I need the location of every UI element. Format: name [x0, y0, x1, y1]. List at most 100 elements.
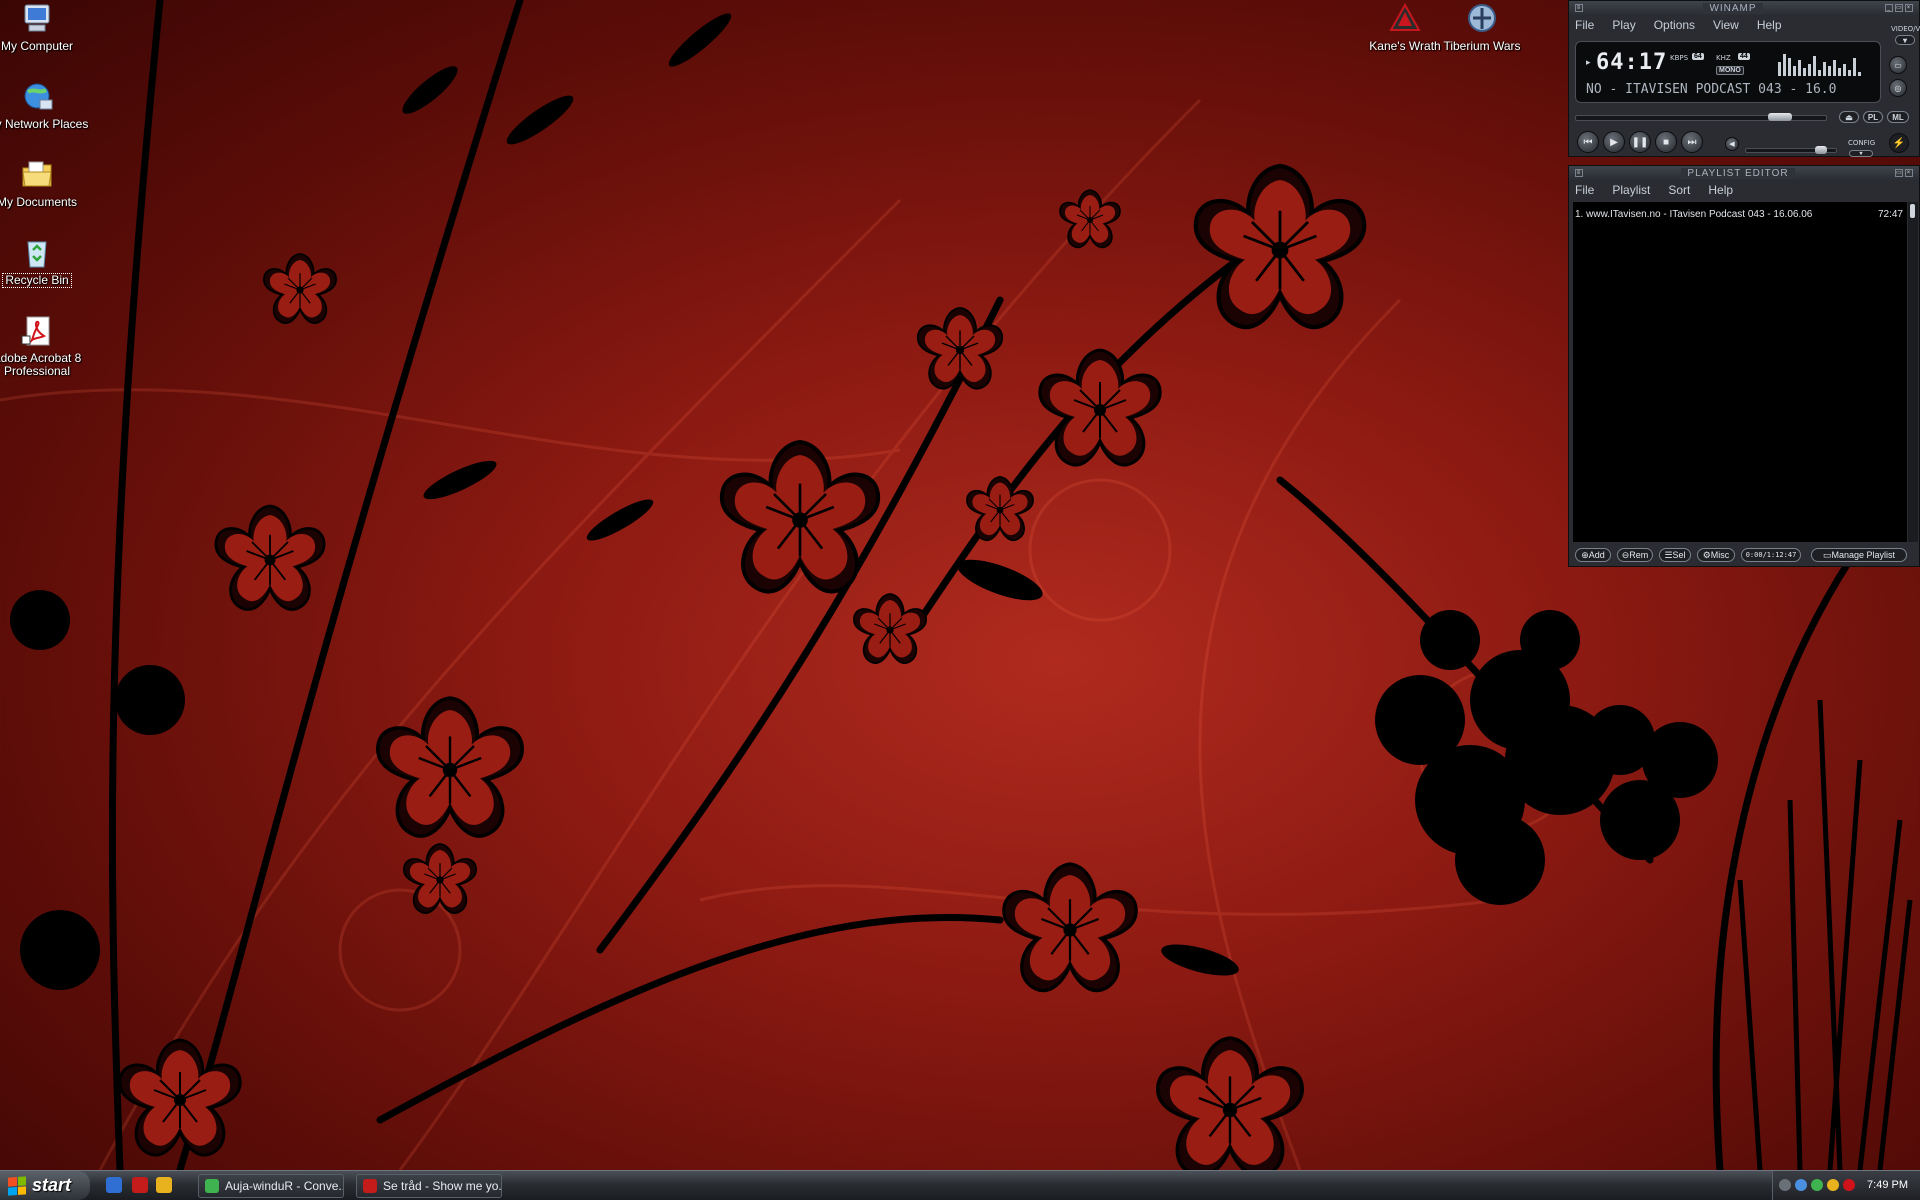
winamp-titlebar[interactable]: ≡ WINAMP _ ▭ ×	[1569, 1, 1919, 15]
previous-button[interactable]: ⏮	[1577, 131, 1599, 153]
playlist-menu-playlist[interactable]: Playlist	[1612, 183, 1650, 197]
playlist-menu-sort[interactable]: Sort	[1668, 183, 1690, 197]
taskbar: start Auja-winduR - Conve... Se tråd - S…	[0, 1170, 1920, 1200]
minimize-icon[interactable]: _	[1885, 4, 1893, 12]
close-icon[interactable]: ×	[1905, 169, 1913, 177]
playlist-list[interactable]: 1. www.ITavisen.no - ITavisen Podcast 04…	[1573, 202, 1907, 542]
desktop-icon-label: Tiberium Wars	[1443, 39, 1521, 53]
network-icon	[24, 83, 53, 110]
winamp-menu-view[interactable]: View	[1713, 18, 1739, 32]
video-vis-toggle[interactable]: ▾	[1895, 35, 1915, 45]
opera-icon[interactable]	[132, 1177, 148, 1193]
config-label: CONFIG	[1848, 139, 1876, 147]
winamp-display: ▸ 64:17 KBPS 64 KHZ 44 MONO NO - ITAVISE…	[1575, 41, 1881, 103]
scrollbar-thumb[interactable]	[1910, 204, 1915, 218]
kanes-wrath-icon	[1389, 2, 1421, 31]
volume-knob[interactable]	[1814, 146, 1827, 154]
stop-button[interactable]: ■	[1655, 131, 1677, 153]
desktop-icon-recycle-bin[interactable]: Recycle Bin	[0, 236, 92, 288]
eject-button[interactable]: ⏏	[1839, 111, 1859, 123]
shade-icon[interactable]: ▭	[1895, 169, 1903, 177]
taskbar-task-msn[interactable]: Auja-winduR - Conve...	[198, 1174, 344, 1198]
documents-folder-icon	[22, 161, 52, 187]
desktop-icon-label: My Network Places	[0, 117, 89, 131]
playlist-menu-icon[interactable]: ≡	[1575, 169, 1583, 177]
volume-icon: ◀	[1725, 137, 1739, 151]
config-button[interactable]: ▾	[1849, 150, 1873, 157]
winamp-menubar: File Play Options View Help	[1569, 15, 1919, 35]
computer-icon	[24, 4, 50, 32]
msn-tray-icon[interactable]	[1811, 1179, 1823, 1191]
desktop-icon-my-network-places[interactable]: My Network Places	[0, 80, 92, 131]
song-title-marquee[interactable]: NO - ITAVISEN PODCAST 043 - 16.0	[1586, 82, 1876, 97]
winamp-menu-icon[interactable]: ≡	[1575, 4, 1583, 12]
winamp-menu-options[interactable]: Options	[1654, 18, 1695, 32]
pause-button[interactable]: ❚❚	[1629, 131, 1651, 153]
desktop-icon-label: Adobe Acrobat 8 Professional	[0, 351, 82, 378]
shade-icon[interactable]: ▭	[1895, 4, 1903, 12]
remove-button[interactable]: ⊖ Rem	[1617, 548, 1653, 562]
acrobat-icon	[21, 316, 50, 346]
desktop-icon-label: Recycle Bin	[2, 273, 72, 288]
desktop-icon-my-computer[interactable]: My Computer	[0, 2, 92, 53]
winamp-title: WINAMP	[1703, 2, 1763, 14]
seek-bar[interactable]	[1575, 113, 1827, 121]
playlist-menubar: File Playlist Sort Help	[1569, 180, 1919, 200]
next-button[interactable]: ⏭	[1681, 131, 1703, 153]
playlist-menu-file[interactable]: File	[1575, 183, 1594, 197]
ie-icon[interactable]	[106, 1177, 122, 1193]
misc-button[interactable]: ⚙ Misc	[1697, 548, 1735, 562]
khz-label: KHZ	[1716, 54, 1731, 62]
video-vis-label: VIDEO/VIS	[1891, 25, 1920, 33]
network-tray-icon[interactable]	[1795, 1179, 1807, 1191]
desktop-icon-tiberium-wars[interactable]: Tiberium Wars	[1427, 2, 1537, 53]
close-icon[interactable]: ×	[1905, 4, 1913, 12]
opera-icon	[363, 1179, 377, 1193]
mono-indicator: MONO	[1716, 66, 1744, 75]
winamp-tray-icon[interactable]	[1827, 1179, 1839, 1191]
system-tray: 7:49 PM	[1772, 1171, 1920, 1200]
desktop-icon-my-documents[interactable]: My Documents	[0, 158, 92, 209]
tiberium-wars-icon	[1468, 4, 1496, 32]
spectrum-visualizer[interactable]	[1776, 48, 1866, 76]
video-icon[interactable]: ▭	[1889, 56, 1907, 74]
add-button[interactable]: ⊕ Add	[1575, 548, 1611, 562]
time-display[interactable]: 64:17	[1596, 50, 1667, 75]
playlist-time-readout: 0:00/1:12:47	[1741, 548, 1801, 562]
playlist-menu-help[interactable]: Help	[1708, 183, 1733, 197]
seek-knob[interactable]	[1768, 113, 1793, 121]
pl-toggle[interactable]: PL	[1863, 111, 1883, 123]
select-button[interactable]: ☰ Sel	[1659, 548, 1691, 562]
winamp-quicklaunch-icon[interactable]	[156, 1177, 172, 1193]
kbps-value: 64	[1692, 53, 1704, 60]
playlist-title: PLAYLIST EDITOR	[1681, 167, 1795, 179]
list-item[interactable]: 1. www.ITavisen.no - ITavisen Podcast 04…	[1575, 209, 1812, 220]
playlist-editor-window: ≡ PLAYLIST EDITOR ▭ × File Playlist Sort…	[1568, 165, 1920, 567]
security-tray-icon[interactable]	[1843, 1179, 1855, 1191]
msn-icon	[205, 1179, 219, 1193]
desktop-icon-adobe-acrobat[interactable]: Adobe Acrobat 8 Professional	[0, 314, 92, 378]
tray-expand-icon[interactable]	[1779, 1179, 1791, 1191]
kbps-label: KBPS	[1670, 54, 1689, 62]
desktop-icon-label: My Computer	[0, 39, 74, 53]
winamp-menu-help[interactable]: Help	[1757, 18, 1782, 32]
winamp-menu-file[interactable]: File	[1575, 18, 1594, 32]
recycle-bin-icon	[27, 241, 47, 268]
winamp-main-window: ≡ WINAMP _ ▭ × File Play Options View He…	[1568, 0, 1920, 157]
playlist-scrollbar[interactable]	[1908, 202, 1918, 542]
volume-slider[interactable]	[1745, 146, 1837, 154]
play-button[interactable]: ▶	[1603, 131, 1625, 153]
play-indicator-icon: ▸	[1586, 58, 1591, 68]
vis-icon[interactable]: ◎	[1889, 79, 1907, 97]
start-button[interactable]: start	[0, 1171, 90, 1200]
taskbar-task-opera[interactable]: Se tråd - Show me yo...	[356, 1174, 502, 1198]
lightning-icon[interactable]: ⚡	[1889, 133, 1909, 153]
track-title: www.ITavisen.no - ITavisen Podcast 043 -…	[1586, 209, 1813, 220]
clock[interactable]: 7:49 PM	[1867, 1179, 1908, 1191]
desktop-icon-label: My Documents	[0, 195, 78, 209]
ml-toggle[interactable]: ML	[1887, 111, 1909, 123]
manage-playlist-button[interactable]: ▭ Manage Playlist	[1811, 548, 1907, 562]
playlist-titlebar[interactable]: ≡ PLAYLIST EDITOR ▭ ×	[1569, 166, 1919, 180]
windows-logo-icon	[8, 1175, 26, 1196]
winamp-menu-play[interactable]: Play	[1612, 18, 1635, 32]
